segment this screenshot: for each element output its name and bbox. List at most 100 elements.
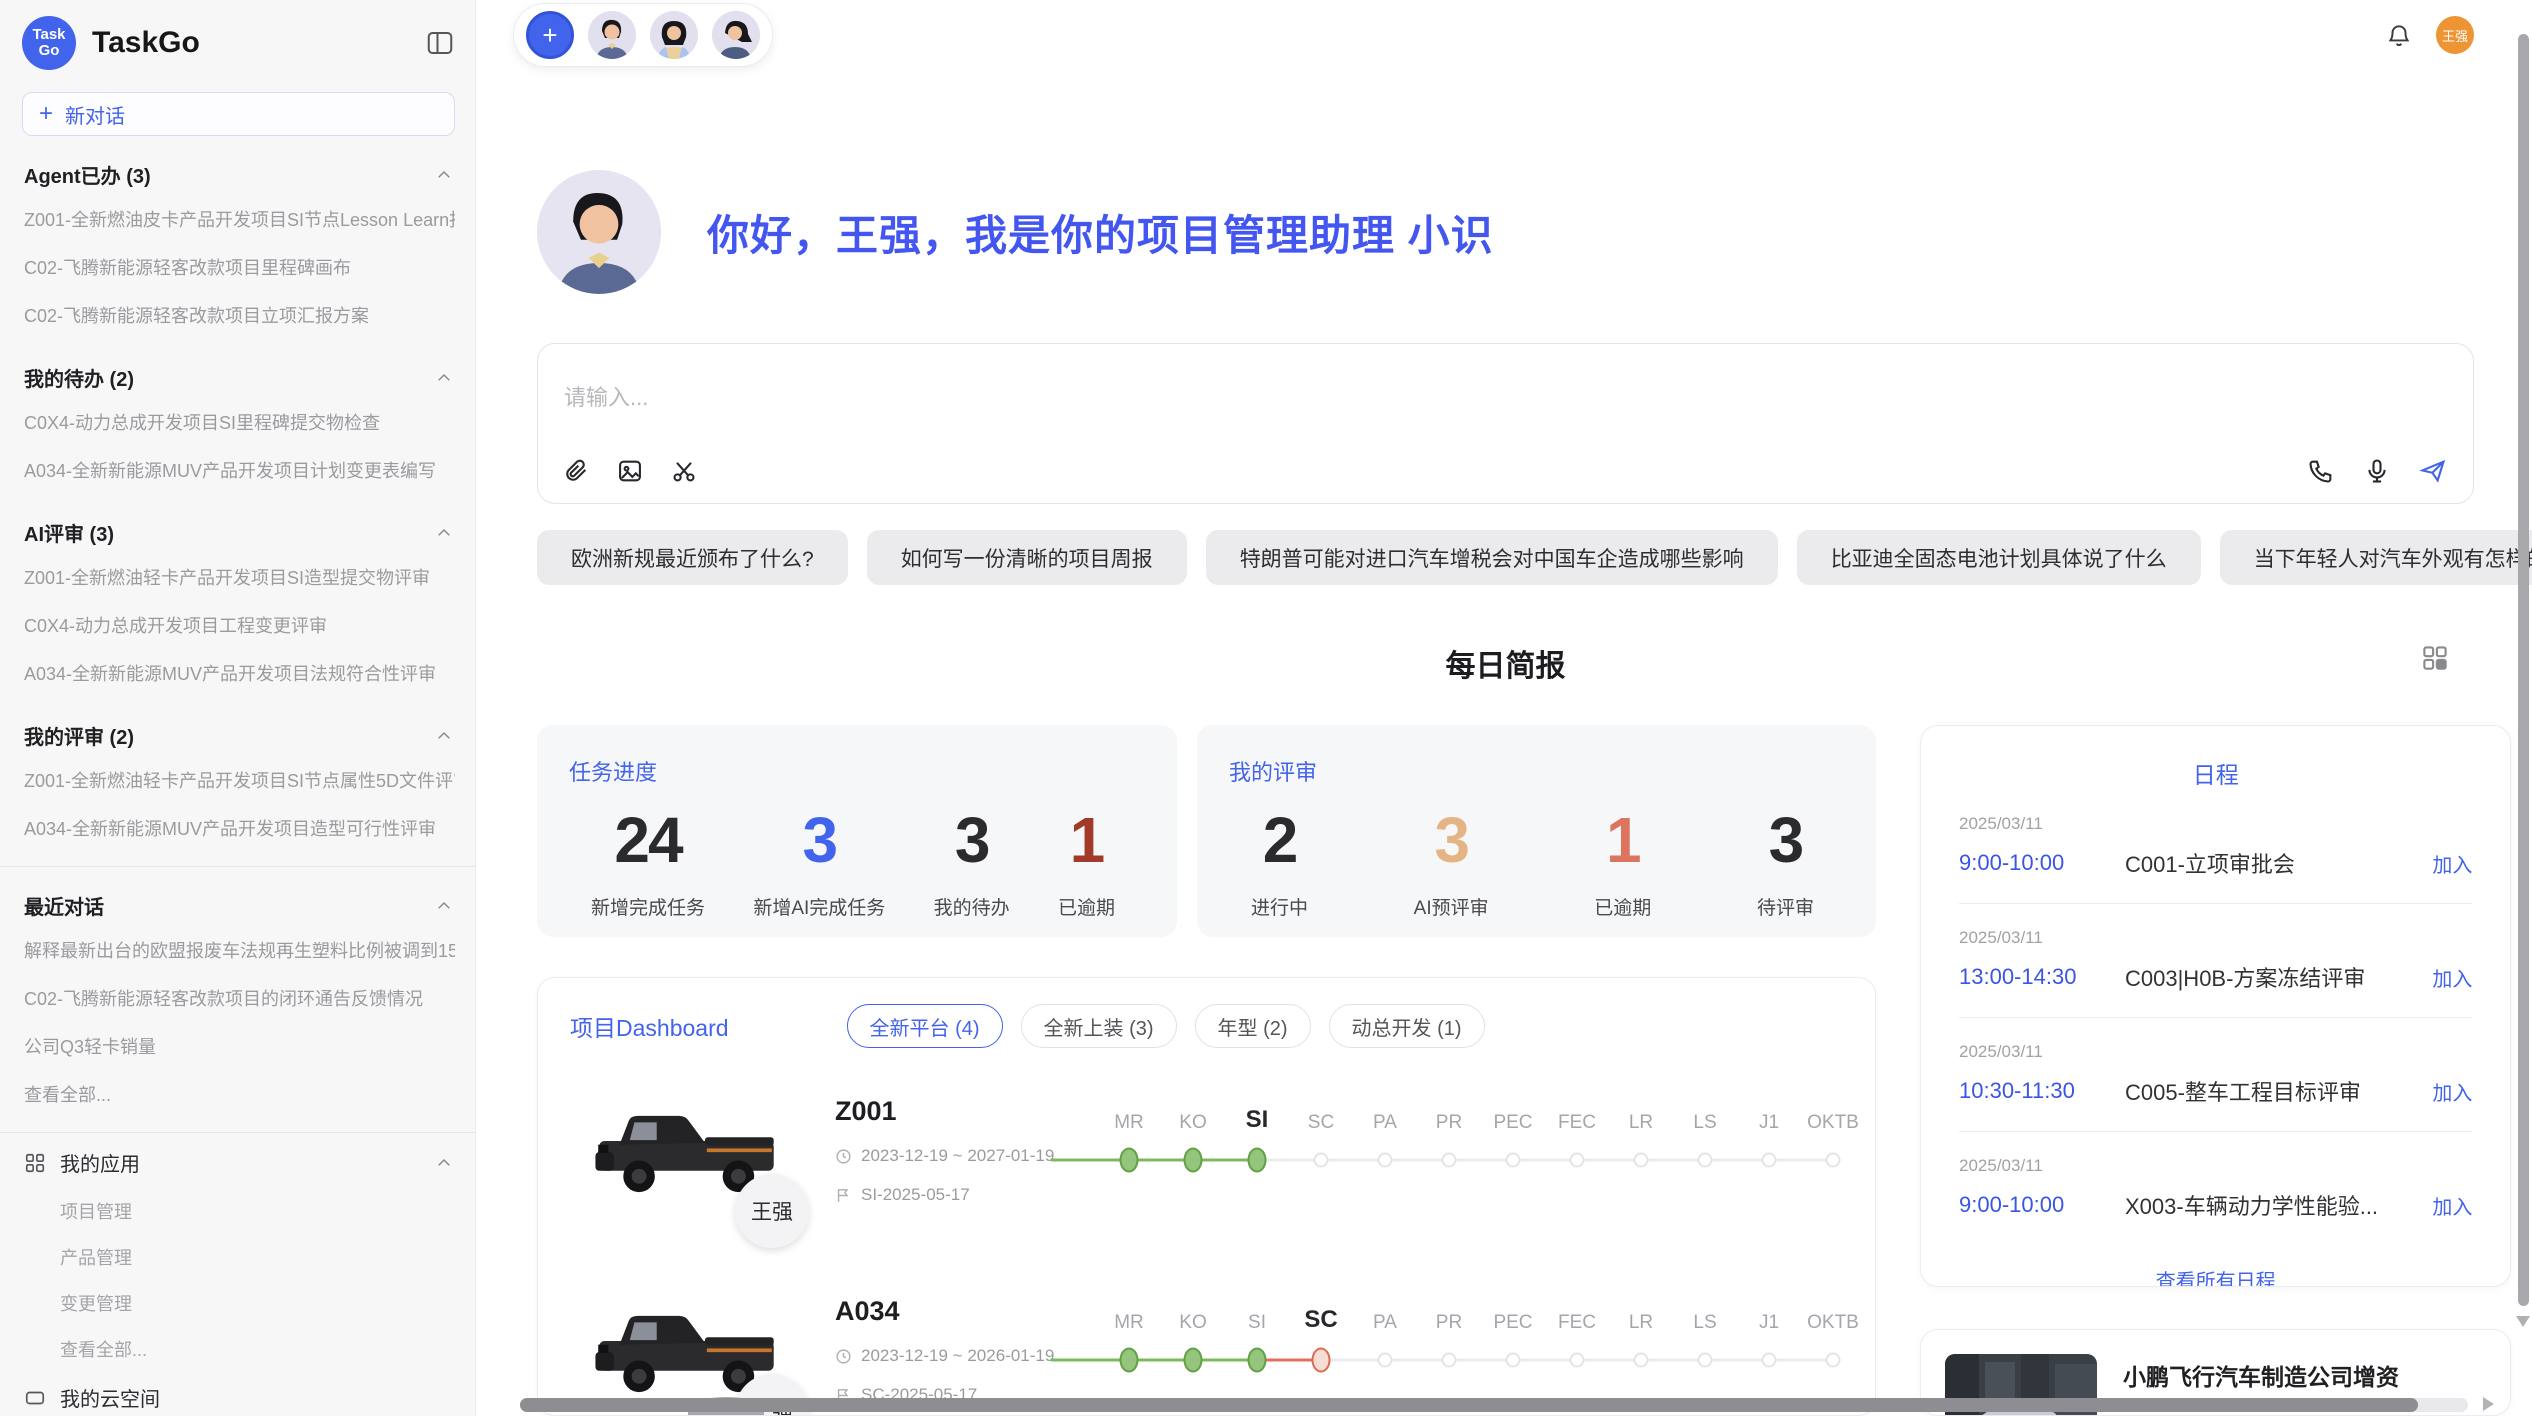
project-row[interactable]: 王强 Z001 2023-12-19 ~ 2027-01-19 SI-2025-… xyxy=(538,1058,1875,1258)
sidebar-app-subitem[interactable]: 变更管理 xyxy=(22,1280,455,1326)
view-all-schedule-link[interactable]: 查看所有日程 xyxy=(1959,1265,2472,1287)
sidebar-item[interactable]: 解释最新出台的欧盟报废车法规再生塑料比例被调到15%... xyxy=(22,926,455,974)
sidebar-collapse-icon[interactable] xyxy=(425,28,455,58)
milestone-node[interactable] xyxy=(1248,1348,1267,1373)
sidebar-item[interactable]: 公司Q3轻卡销量 xyxy=(22,1022,455,1070)
send-icon[interactable] xyxy=(2419,457,2447,485)
sidebar-item[interactable]: C02-飞腾新能源轻客改款项目的闭环通告反馈情况 xyxy=(22,974,455,1022)
add-member-button[interactable]: + xyxy=(526,11,574,59)
milestone-node[interactable] xyxy=(1634,1353,1649,1368)
dashboard-filter-tab[interactable]: 全新平台 (4) xyxy=(847,1004,1003,1048)
divider xyxy=(0,866,475,867)
event-join-link[interactable]: 加入 xyxy=(2432,1077,2472,1106)
milestone: FEC xyxy=(1545,1098,1609,1194)
milestone-node[interactable] xyxy=(1120,1348,1139,1373)
sidebar-item[interactable]: Z001-全新燃油轻卡产品开发项目SI造型提交物评审 xyxy=(22,553,455,601)
milestone-label: KO xyxy=(1161,1098,1225,1134)
milestone-node[interactable] xyxy=(1378,1353,1393,1368)
scroll-right-arrow[interactable] xyxy=(2483,1397,2494,1411)
milestone-node[interactable] xyxy=(1442,1353,1457,1368)
milestone-node[interactable] xyxy=(1184,1348,1203,1373)
sidebar-item[interactable]: A034-全新新能源MUV产品开发项目造型可行性评审 xyxy=(22,804,455,852)
sidebar-app-subitem[interactable]: 产品管理 xyxy=(22,1234,455,1280)
phone-call-icon[interactable] xyxy=(2307,457,2335,485)
chevron-up-icon[interactable] xyxy=(435,727,453,745)
user-avatar[interactable]: 王强 xyxy=(2436,16,2474,54)
milestone-node[interactable] xyxy=(1442,1153,1457,1168)
chevron-up-icon[interactable] xyxy=(435,524,453,542)
member-avatar[interactable] xyxy=(712,11,760,59)
horizontal-scrollbar[interactable] xyxy=(520,1398,2468,1412)
suggestion-chip[interactable]: 当下年轻人对汽车外观有怎样的喜好趋势 xyxy=(2220,530,2532,585)
stat-label: 新增完成任务 xyxy=(591,893,705,920)
sidebar-item[interactable]: C0X4-动力总成开发项目工程变更评审 xyxy=(22,601,455,649)
milestone-node[interactable] xyxy=(1762,1153,1777,1168)
milestone-node[interactable] xyxy=(1698,1153,1713,1168)
milestone-node[interactable] xyxy=(1698,1353,1713,1368)
milestone-node[interactable] xyxy=(1762,1353,1777,1368)
dashboard-filter-tab[interactable]: 动总开发 (1) xyxy=(1329,1004,1485,1048)
sidebar-item[interactable]: C0X4-动力总成开发项目SI里程碑提交物检查 xyxy=(22,398,455,446)
vertical-scrollbar-thumb[interactable] xyxy=(2518,34,2529,1306)
member-avatar[interactable] xyxy=(588,11,636,59)
sidebar-item[interactable]: Z001-全新燃油轻卡产品开发项目SI节点属性5D文件评审 xyxy=(22,756,455,804)
chevron-up-icon[interactable] xyxy=(435,166,453,184)
horizontal-scrollbar-thumb[interactable] xyxy=(520,1398,2418,1412)
chevron-up-icon[interactable] xyxy=(435,1154,453,1172)
milestone-node[interactable] xyxy=(1826,1353,1841,1368)
milestone-node[interactable] xyxy=(1826,1153,1841,1168)
sidebar-item-cloud-space[interactable]: 我的云空间 xyxy=(22,1372,455,1416)
milestone-node[interactable] xyxy=(1312,1348,1331,1373)
suggestion-chip[interactable]: 特朗普可能对进口汽车增税会对中国车企造成哪些影响 xyxy=(1206,530,1778,585)
project-row[interactable]: 王强 A034 2023-12-19 ~ 2026-01-19 SC-2025-… xyxy=(538,1258,1875,1415)
suggestion-chip[interactable]: 欧洲新规最近颁布了什么? xyxy=(537,530,848,585)
scissors-icon[interactable] xyxy=(670,457,698,485)
event-join-link[interactable]: 加入 xyxy=(2432,1191,2472,1220)
milestone-node[interactable] xyxy=(1634,1153,1649,1168)
recent-section-header[interactable]: 最近对话 xyxy=(22,877,455,926)
sidebar-section-header[interactable]: 我的评审 (2) xyxy=(22,707,455,756)
milestone-node[interactable] xyxy=(1570,1353,1585,1368)
milestone-node[interactable] xyxy=(1378,1153,1393,1168)
sidebar-item[interactable]: Z001-全新燃油皮卡产品开发项目SI节点Lesson Learn报告 xyxy=(22,195,455,243)
sidebar-item[interactable]: A034-全新新能源MUV产品开发项目计划变更表编写 xyxy=(22,446,455,494)
dashboard-filter-tab[interactable]: 年型 (2) xyxy=(1195,1004,1311,1048)
layout-grid-icon[interactable] xyxy=(2420,643,2450,673)
chevron-up-icon[interactable] xyxy=(435,897,453,915)
dashboard-filter-tab[interactable]: 全新上装 (3) xyxy=(1021,1004,1177,1048)
sidebar-app-subitem[interactable]: 查看全部... xyxy=(22,1326,455,1372)
image-icon[interactable] xyxy=(616,457,644,485)
recent-title: 最近对话 xyxy=(24,891,104,920)
microphone-icon[interactable] xyxy=(2363,457,2391,485)
news-title: 小鹏飞行汽车制造公司增资 xyxy=(2123,1358,2486,1392)
milestone-node[interactable] xyxy=(1314,1153,1329,1168)
sidebar-section-header[interactable]: Agent已办 (3) xyxy=(22,146,455,195)
milestone-node[interactable] xyxy=(1570,1153,1585,1168)
milestone-node[interactable] xyxy=(1506,1353,1521,1368)
milestone: OKTB xyxy=(1801,1298,1865,1394)
attachment-icon[interactable] xyxy=(562,457,590,485)
chevron-up-icon[interactable] xyxy=(435,369,453,387)
sidebar-section-header[interactable]: AI评审 (3) xyxy=(22,504,455,553)
new-chat-button[interactable]: + 新对话 xyxy=(22,92,455,136)
project-flag-date: SI-2025-05-17 xyxy=(861,1185,970,1205)
suggestion-chip[interactable]: 如何写一份清晰的项目周报 xyxy=(867,530,1187,585)
milestone-node[interactable] xyxy=(1506,1153,1521,1168)
suggestion-chip[interactable]: 比亚迪全固态电池计划具体说了什么 xyxy=(1797,530,2201,585)
sidebar-item[interactable]: C02-飞腾新能源轻客改款项目里程碑画布 xyxy=(22,243,455,291)
sidebar-item-my-apps[interactable]: 我的应用 xyxy=(22,1137,455,1188)
sidebar-app-subitem[interactable]: 项目管理 xyxy=(22,1188,455,1234)
sidebar-item[interactable]: C02-飞腾新能源轻客改款项目立项汇报方案 xyxy=(22,291,455,339)
scroll-down-arrow[interactable] xyxy=(2516,1316,2530,1327)
milestone-node[interactable] xyxy=(1184,1148,1203,1173)
chat-composer[interactable]: 请输入... xyxy=(537,343,2474,504)
sidebar-section-header[interactable]: 我的待办 (2) xyxy=(22,349,455,398)
milestone-node[interactable] xyxy=(1120,1148,1139,1173)
sidebar-item[interactable]: 查看全部... xyxy=(22,1070,455,1118)
member-avatar[interactable] xyxy=(650,11,698,59)
notification-bell-icon[interactable] xyxy=(2386,22,2412,48)
event-join-link[interactable]: 加入 xyxy=(2432,963,2472,992)
sidebar-item[interactable]: A034-全新新能源MUV产品开发项目法规符合性评审 xyxy=(22,649,455,697)
event-join-link[interactable]: 加入 xyxy=(2432,849,2472,878)
milestone-node[interactable] xyxy=(1248,1148,1267,1173)
